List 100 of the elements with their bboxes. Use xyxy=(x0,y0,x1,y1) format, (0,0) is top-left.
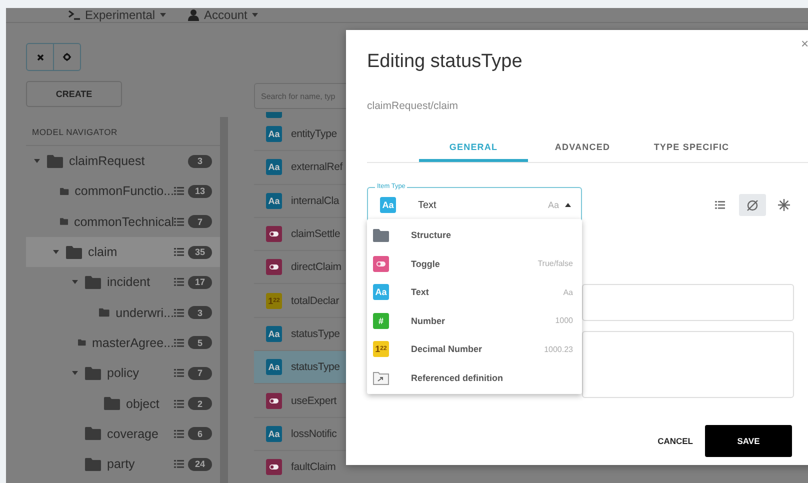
type-badge: Aa xyxy=(266,326,282,342)
type-badge: Aa xyxy=(266,359,282,376)
count-badge: 5 xyxy=(188,336,212,350)
list-icon xyxy=(174,460,184,468)
nav-menu[interactable]: Account xyxy=(188,8,258,22)
count-badge: 13 xyxy=(188,184,212,198)
select-hint: Aa xyxy=(548,200,559,210)
attribute-name: totalDeclar xyxy=(291,294,339,307)
tab[interactable]: TYPE SPECIFIC xyxy=(637,134,746,162)
close-icon xyxy=(36,54,44,60)
tree-item-label: underwri... xyxy=(116,306,174,320)
count-badge: 24 xyxy=(188,458,212,471)
select-value: Text xyxy=(418,200,438,210)
menu-item[interactable]: Structure xyxy=(367,221,582,250)
folder-icon xyxy=(85,366,101,380)
type-badge: # xyxy=(373,312,389,329)
tree-item-label: object xyxy=(126,396,160,411)
asterisk-icon xyxy=(778,199,790,211)
list-icon xyxy=(174,369,184,378)
list-icon xyxy=(174,248,184,256)
nav-menu[interactable]: Experimental xyxy=(68,8,166,22)
toggle-icon xyxy=(266,226,282,242)
dialog-title: Editing statusType xyxy=(367,51,524,73)
count-badge: 17 xyxy=(188,276,212,289)
folder-icon xyxy=(99,306,110,320)
scrollbar[interactable] xyxy=(220,117,228,483)
caret-icon[interactable] xyxy=(72,280,78,284)
list-icon xyxy=(174,430,184,438)
list-icon xyxy=(714,201,724,209)
attribute-name: statusType xyxy=(291,328,340,340)
menu-item[interactable]: Referenced definition xyxy=(367,364,582,392)
create-button[interactable]: CREATE xyxy=(26,81,122,107)
count-badge: 2 xyxy=(188,397,212,410)
list-icon xyxy=(174,218,184,226)
tree-item-label: claim xyxy=(88,245,118,260)
tab[interactable]: ADVANCED xyxy=(528,134,637,162)
type-badge xyxy=(266,112,282,118)
tree-item-label: masterAgree... xyxy=(92,336,174,350)
list-icon xyxy=(174,278,184,286)
menu-item[interactable]: 1$^{22}$ Decimal Number 1000.23 xyxy=(367,335,582,364)
user-icon xyxy=(188,9,200,21)
reference-icon xyxy=(373,370,389,385)
mode-button[interactable] xyxy=(739,194,766,216)
toggle-icon xyxy=(266,392,282,409)
attribute-name: claimSettle xyxy=(291,228,340,240)
list-icon xyxy=(174,308,184,317)
close-button[interactable]: × xyxy=(801,36,808,51)
caret-icon[interactable] xyxy=(34,159,40,164)
tree-item[interactable]: party 24 xyxy=(26,448,220,480)
terminal-icon xyxy=(68,10,80,20)
tree-item-label: coverage xyxy=(107,426,160,441)
tree-item[interactable]: coverage 6 xyxy=(26,418,220,449)
toggle-icon xyxy=(373,256,389,272)
tree-item[interactable]: masterAgree... 5 xyxy=(26,328,220,358)
tree-item[interactable]: policy 7 xyxy=(26,358,220,388)
gear-icon xyxy=(63,53,71,61)
caret-icon[interactable] xyxy=(72,371,78,376)
attribute-name: useExpert xyxy=(291,394,336,407)
type-badge: Aa xyxy=(266,126,282,142)
tree-item[interactable]: commonTechnical 7 xyxy=(26,206,220,237)
attribute-name: faultClaim xyxy=(291,461,336,474)
tree-item[interactable]: claimRequest 3 xyxy=(26,146,220,176)
input-field[interactable] xyxy=(582,284,794,321)
caret-icon[interactable] xyxy=(160,13,166,17)
tree-item[interactable]: object 2 xyxy=(26,388,220,419)
folder-icon xyxy=(104,397,120,410)
tree-item[interactable]: underwri... 3 xyxy=(26,297,220,328)
attribute-name: internalCla xyxy=(291,194,339,207)
tree-item-label: commonFunctio... xyxy=(74,184,174,198)
type-badge: Aa xyxy=(380,197,396,213)
tree-item-label: claimRequest xyxy=(69,154,146,168)
tree-item-label: policy xyxy=(107,366,140,380)
menu-item[interactable]: # Number 1000 xyxy=(367,306,582,335)
type-badge: 1$^{22}$ xyxy=(266,292,282,309)
attribute-name: lossNotific xyxy=(291,428,337,440)
count-badge: 3 xyxy=(188,154,212,168)
tree-item[interactable]: claim 35 xyxy=(26,236,220,268)
list-icon xyxy=(174,338,184,347)
save-button[interactable]: SAVE xyxy=(705,425,792,457)
tree-item-label: incident xyxy=(107,275,152,290)
list-icon xyxy=(174,400,184,408)
menu-item[interactable]: Toggle True/false xyxy=(367,250,582,278)
folder-icon xyxy=(85,458,101,471)
folder-icon xyxy=(373,228,389,242)
folder-icon xyxy=(85,276,101,289)
attribute-name: entityType xyxy=(291,128,337,140)
caret-icon[interactable] xyxy=(252,13,258,17)
folder-icon xyxy=(85,427,101,440)
type-badge: Aa xyxy=(266,159,282,176)
count-badge: 6 xyxy=(188,427,212,440)
list-icon xyxy=(174,187,184,196)
menu-item[interactable]: Aa Text Aa xyxy=(367,278,582,306)
tree-item[interactable]: commonFunctio... 13 xyxy=(26,176,220,207)
type-badge: Aa xyxy=(266,426,282,442)
caret-icon[interactable] xyxy=(53,250,59,254)
type-badge: Aa xyxy=(373,284,389,300)
empty-set-icon xyxy=(746,198,759,212)
tree-item[interactable]: incident 17 xyxy=(26,267,220,298)
count-badge: 35 xyxy=(188,246,212,259)
tab[interactable]: GENERAL xyxy=(419,134,528,162)
